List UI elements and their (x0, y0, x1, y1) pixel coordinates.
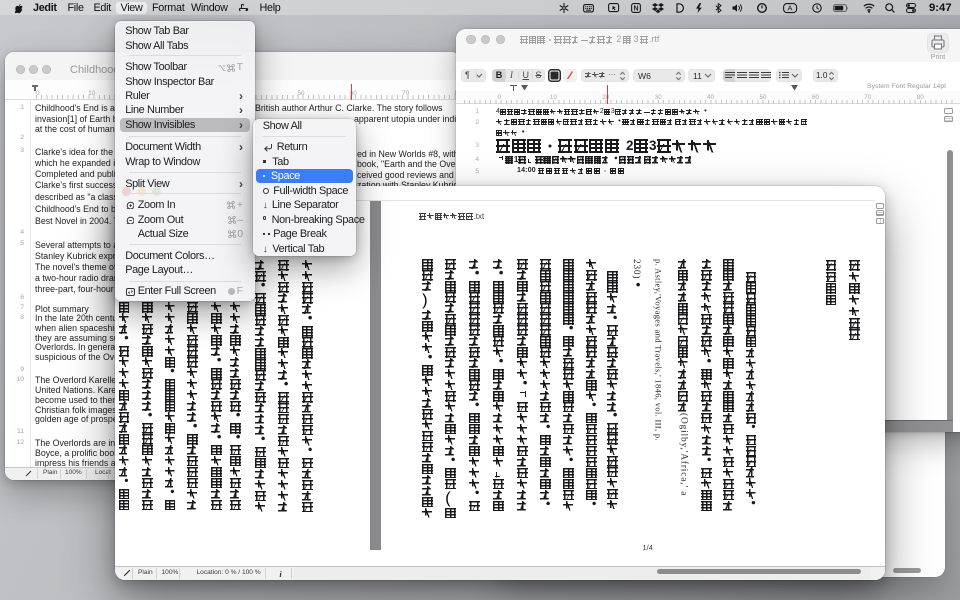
svg-text:N: N (633, 6, 638, 13)
svg-text:A: A (787, 4, 792, 13)
